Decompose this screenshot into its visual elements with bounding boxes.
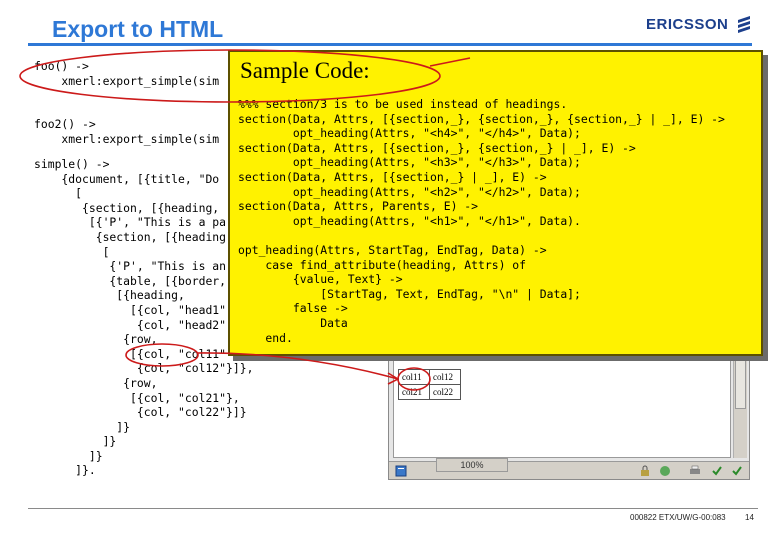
check-icon-2 <box>732 466 742 476</box>
footer-rule <box>28 508 758 509</box>
code-line: {row, <box>34 332 158 347</box>
table-cell: col22 <box>429 384 461 400</box>
code-line: [ <box>34 244 110 259</box>
print-icon[interactable] <box>689 465 701 477</box>
sample-code-callout: Sample Code: %%% section/3 is to be used… <box>228 50 763 356</box>
zone-icon <box>660 466 670 476</box>
table-cell: col12 <box>429 369 461 385</box>
vertical-scrollbar[interactable] <box>733 347 747 458</box>
lock-icon <box>641 465 649 476</box>
code-line: ]} <box>34 419 131 434</box>
table-row: col11 col12 <box>398 369 461 385</box>
code-foo: foo() -> xmerl:export_simple(sim <box>34 59 220 88</box>
code-line: simple() -> <box>34 157 110 171</box>
code-line: [{col, "col21"}, <box>34 390 240 405</box>
code-line: ]}. <box>34 463 96 478</box>
logo-text: ERICSSON <box>646 15 729 33</box>
code-line: [{col, "head1" <box>34 302 227 317</box>
browser-page <box>393 347 731 458</box>
code-line: {section, [{heading <box>34 229 227 244</box>
code-line: [{heading, <box>34 288 185 303</box>
code-line: [ <box>34 186 83 201</box>
title-rule <box>28 43 752 46</box>
zoom-indicator: 100% <box>436 458 508 472</box>
ericsson-mark-icon <box>738 16 751 33</box>
code-line: {col, "head2" <box>34 317 227 332</box>
code-line: {col, "col22"}]} <box>34 405 247 420</box>
page-status-icon <box>395 465 407 477</box>
code-line: {row, <box>34 375 158 390</box>
code-line: {'P', "This is an <box>34 259 227 274</box>
table-cell: col11 <box>398 369 430 385</box>
code-line: ]} <box>34 448 103 463</box>
table-row: col21 col22 <box>398 384 461 400</box>
scrollbar-thumb[interactable] <box>735 349 746 409</box>
code-line: [{col, "col11" <box>34 346 227 361</box>
footer-doc-id: 000822 ETX/UW/G-00:083 <box>630 513 726 522</box>
callout-code: %%% section/3 is to be used instead of h… <box>238 97 725 345</box>
code-foo2: foo2() -> xmerl:export_simple(sim <box>34 117 220 146</box>
callout-title: Sample Code: <box>240 58 370 83</box>
table-cell: col21 <box>398 384 430 400</box>
rendered-html-table: col11 col12 col21 col22 <box>398 369 461 400</box>
code-line: {col, "col12"}]}, <box>34 361 254 376</box>
slide-title: Export to HTML <box>52 16 224 42</box>
code-line: [{'P', "This is a pa <box>34 215 227 230</box>
code-line: {table, [{border, <box>34 273 227 288</box>
code-line: {document, [{title, "Do <box>34 171 220 186</box>
code-line: ]} <box>34 434 117 449</box>
page-number: 14 <box>745 513 754 522</box>
check-icon <box>712 466 722 476</box>
ericsson-logo: ERICSSON <box>646 14 754 34</box>
code-simple: simple() -> {document, [{title, "Do [ {s… <box>34 157 253 478</box>
code-line: {section, [{heading, <box>34 200 220 215</box>
